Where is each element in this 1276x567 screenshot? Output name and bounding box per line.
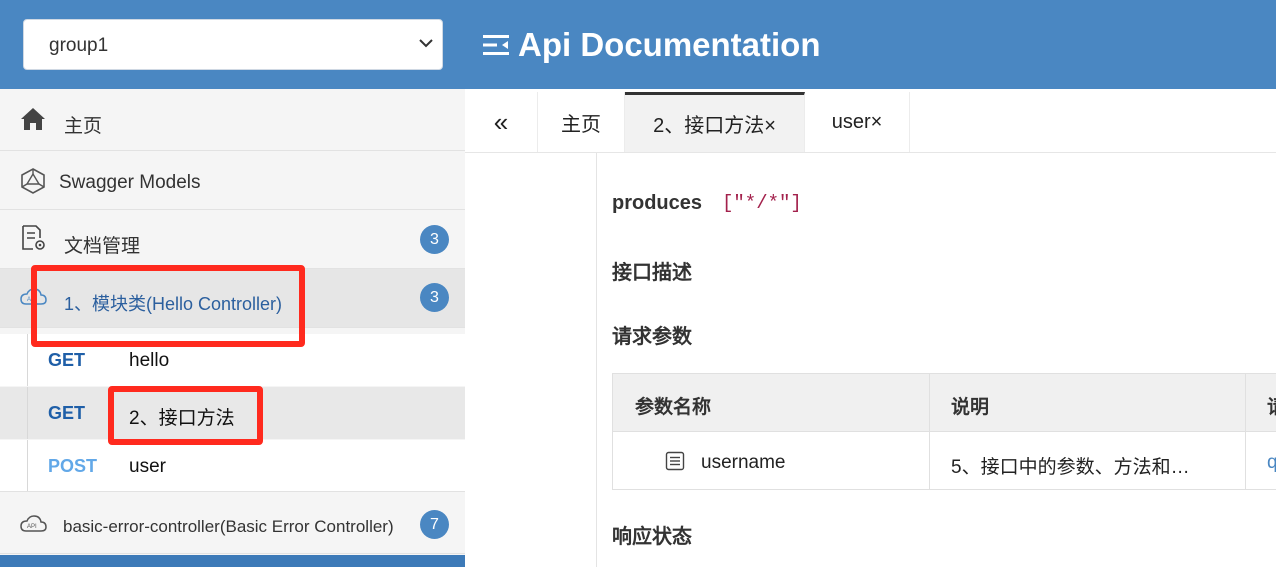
sidebar-item-home[interactable]: 主页 (0, 89, 465, 151)
http-method: POST (48, 456, 98, 476)
column-divider (929, 374, 930, 489)
http-method: GET (48, 403, 86, 423)
group-select-value: group1 (49, 35, 109, 56)
tab-user[interactable]: user× (805, 92, 910, 152)
param-name: username (701, 452, 786, 473)
top-header: group1 Api Documentation (0, 0, 1276, 89)
column-header-name: 参数名称 (635, 397, 712, 418)
http-method: GET (48, 350, 86, 370)
highlight-box (31, 265, 305, 347)
tab-home[interactable]: 主页 (538, 92, 625, 152)
request-params-heading: 请求参数 (612, 326, 692, 348)
svg-text:API: API (27, 524, 37, 530)
api-item-user[interactable]: POST user (0, 440, 465, 492)
count-badge: 3 (420, 225, 449, 254)
sidebar-item-label: basic-error-controller(Basic Error Contr… (63, 517, 394, 536)
content-divider (596, 153, 597, 567)
tab-interface-method[interactable]: 2、接口方法× (625, 92, 805, 152)
sidebar-item-doc-manage[interactable]: 文档管理 3 (0, 210, 465, 269)
params-table: 参数名称 说明 请 username 5、接口中的参数、方法和… q (612, 373, 1276, 490)
collapse-tabs-button[interactable]: « (465, 92, 538, 152)
count-badge: 3 (420, 283, 449, 312)
column-header-desc: 说明 (951, 397, 990, 418)
column-divider (1245, 374, 1246, 489)
document-settings-icon (22, 225, 45, 250)
menu-fold-icon[interactable] (482, 33, 512, 57)
column-header-extra: 请 (1267, 392, 1276, 419)
tab-bar: « 主页 2、接口方法× user× (465, 92, 1276, 153)
description-heading: 接口描述 (612, 262, 692, 284)
highlight-box (108, 386, 263, 445)
api-path: user (129, 456, 166, 477)
sidebar-item-basic-error-controller[interactable]: API basic-error-controller(Basic Error C… (0, 496, 465, 554)
sidebar-item-label: Swagger Models (59, 172, 201, 193)
sidebar-item-swagger-models[interactable]: Swagger Models (0, 151, 465, 210)
count-badge: 7 (420, 510, 449, 539)
tree-line (27, 387, 28, 439)
table-header (613, 374, 1276, 432)
api-path: hello (129, 350, 170, 371)
response-status-heading: 响应状态 (612, 526, 692, 548)
models-icon (21, 168, 45, 194)
produces-value: ["*/*"] (722, 192, 802, 214)
tree-line (27, 334, 28, 386)
chevron-down-icon (419, 39, 433, 48)
main-content: produces ["*/*"] 接口描述 请求参数 参数名称 说明 请 use… (477, 153, 1276, 567)
home-icon (21, 108, 45, 130)
list-icon (665, 451, 685, 471)
tree-line (27, 440, 28, 491)
group-select[interactable]: group1 (23, 19, 443, 70)
sidebar-item-label: 主页 (64, 116, 103, 137)
param-description: 5、接口中的参数、方法和… (951, 457, 1190, 478)
param-extra: q (1267, 452, 1276, 473)
sidebar-next-section (0, 555, 465, 567)
api-cloud-icon: API (20, 515, 47, 532)
app-title-text: Api Documentation (518, 26, 821, 63)
app-title: Api Documentation (482, 23, 821, 67)
produces-label: produces (612, 192, 703, 214)
sidebar-item-label: 文档管理 (64, 236, 141, 257)
